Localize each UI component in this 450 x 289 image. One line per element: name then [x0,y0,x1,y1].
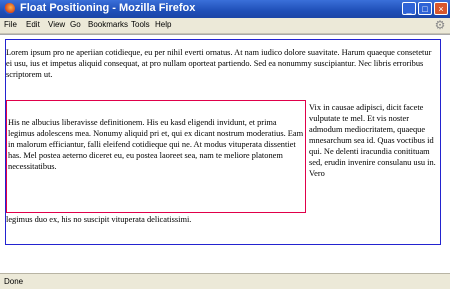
gear-icon: ⚙ [434,18,446,32]
intro-paragraph: Lorem ipsum pro ne aperiian cotidieque, … [6,48,432,79]
menu-help[interactable]: Help [155,20,171,29]
page-content: Lorem ipsum pro ne aperiian cotidieque, … [0,34,450,273]
wrap-paragraph-tail: legimus duo ex, his no suscipit vitupera… [6,215,192,224]
float-box: His ne albucius liberavisse definitionem… [6,100,306,213]
menu-edit[interactable]: Edit [26,20,40,29]
float-paragraph: His ne albucius liberavisse definitionem… [8,118,304,171]
close-button[interactable]: × [434,2,448,15]
menu-bar: File Edit View Go Bookmarks Tools Help ⚙ [0,18,450,34]
menu-go[interactable]: Go [70,20,81,29]
title-bar: Float Positioning - Mozilla Firefox _ □ … [0,0,450,18]
status-text: Done [4,277,24,286]
menu-file[interactable]: File [4,20,17,29]
page-container: Lorem ipsum pro ne aperiian cotidieque, … [5,39,441,245]
minimize-button[interactable]: _ [402,2,416,15]
firefox-icon [4,3,15,14]
maximize-button[interactable]: □ [418,2,432,15]
menu-view[interactable]: View [48,20,65,29]
menu-tools[interactable]: Tools [131,20,150,29]
status-bar: Done [0,273,450,289]
menu-bookmarks[interactable]: Bookmarks [88,20,128,29]
window-title: Float Positioning - Mozilla Firefox [20,2,196,14]
wrap-paragraph: Vix in causae adipisci, dicit facete vul… [309,103,436,178]
